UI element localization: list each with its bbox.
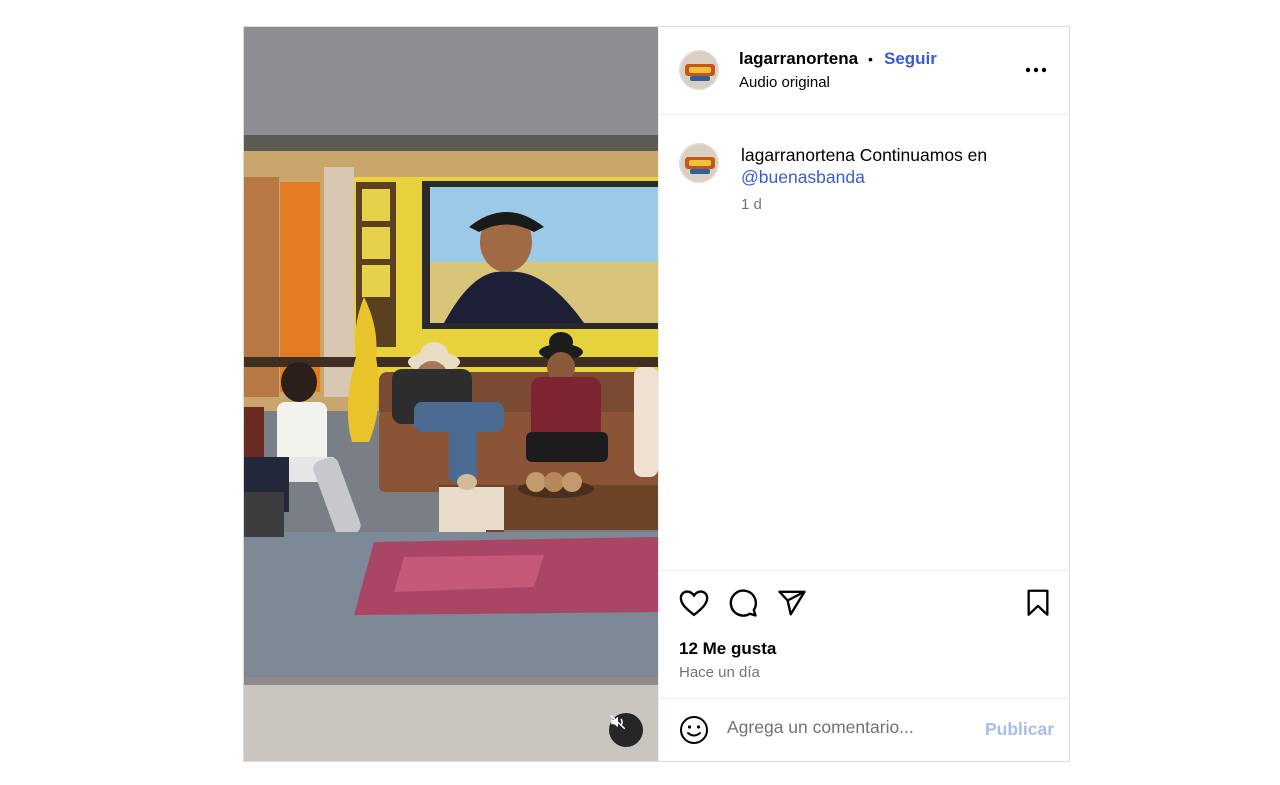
smiley-icon [680, 716, 708, 744]
comment-bubble-icon [729, 589, 757, 617]
mute-toggle-button[interactable] [609, 713, 643, 747]
heart-icon [679, 590, 709, 617]
publish-button[interactable]: Publicar [985, 719, 1054, 740]
post-header: lagarranortena • Seguir Audio original [659, 27, 1070, 115]
bookmark-icon [1027, 589, 1049, 616]
author-username[interactable]: lagarranortena [739, 49, 858, 69]
caption-text: lagarranortena Continuamos en @buenasban… [741, 144, 1041, 188]
speaker-muted-icon [609, 714, 626, 730]
separator-dot: • [868, 51, 873, 67]
video-frame [244, 27, 658, 761]
caption-body: Continuamos en [859, 145, 988, 165]
author-logo [680, 144, 718, 182]
post-actions: 12 Me gusta Hace un día [659, 570, 1070, 699]
comment-input[interactable] [727, 717, 967, 738]
comment-button[interactable] [726, 586, 760, 620]
follow-button[interactable]: Seguir [884, 49, 937, 69]
instagram-post: lagarranortena • Seguir Audio original l… [243, 26, 1070, 762]
like-button[interactable] [677, 586, 711, 620]
caption-username[interactable]: lagarranortena [741, 145, 855, 165]
post-timestamp[interactable]: Hace un día [679, 664, 760, 681]
comment-composer: Publicar [659, 698, 1070, 762]
audio-link[interactable]: Audio original [739, 74, 830, 91]
share-button[interactable] [775, 586, 809, 620]
more-options-button[interactable] [1023, 59, 1049, 81]
post-video[interactable] [244, 27, 658, 761]
post-side-panel: lagarranortena • Seguir Audio original l… [658, 27, 1070, 762]
caption-author-avatar[interactable] [679, 143, 719, 183]
caption-mention-link[interactable]: @buenasbanda [741, 167, 865, 187]
caption-timestamp[interactable]: 1 d [741, 196, 762, 213]
emoji-picker-button[interactable] [679, 715, 709, 745]
save-button[interactable] [1021, 586, 1055, 620]
author-avatar[interactable] [679, 50, 719, 90]
paper-plane-icon [778, 590, 806, 616]
more-horizontal-icon [1025, 67, 1047, 73]
author-logo [680, 51, 718, 89]
likes-count[interactable]: 12 Me gusta [679, 639, 776, 659]
